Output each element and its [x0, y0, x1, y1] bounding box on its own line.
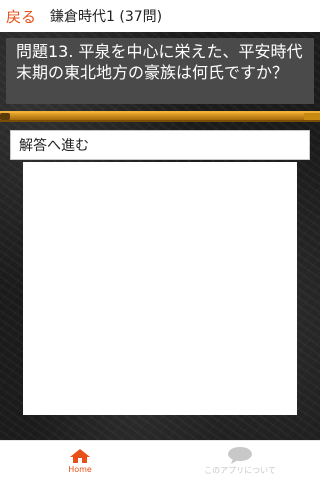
nav-item-home[interactable]: Home: [0, 441, 160, 481]
home-icon: [70, 449, 90, 463]
reveal-answer-button[interactable]: 解答へ進む: [10, 130, 310, 160]
progress-fill: [0, 113, 304, 120]
answer-panel: [23, 162, 297, 415]
chat-bubble-icon: [228, 447, 252, 464]
back-link[interactable]: 戻る: [6, 6, 36, 27]
bottom-nav: Home このアプリについて: [0, 440, 320, 481]
nav-label-home: Home: [68, 465, 92, 474]
progress-cap: [0, 113, 10, 120]
nav-item-about[interactable]: このアプリについて: [160, 441, 320, 481]
screen-title: 鎌倉時代1 (37問): [50, 9, 163, 25]
question-box: 問題13. 平泉を中心に栄えた、平安時代末期の東北地方の豪族は何氏ですか？: [6, 38, 314, 104]
nav-label-about: このアプリについて: [204, 466, 276, 475]
top-bar: 戻る 鎌倉時代1 (37問): [0, 0, 320, 32]
question-text: 問題13. 平泉を中心に栄えた、平安時代末期の東北地方の豪族は何氏ですか？: [16, 42, 303, 82]
progress-bar: [0, 111, 320, 122]
